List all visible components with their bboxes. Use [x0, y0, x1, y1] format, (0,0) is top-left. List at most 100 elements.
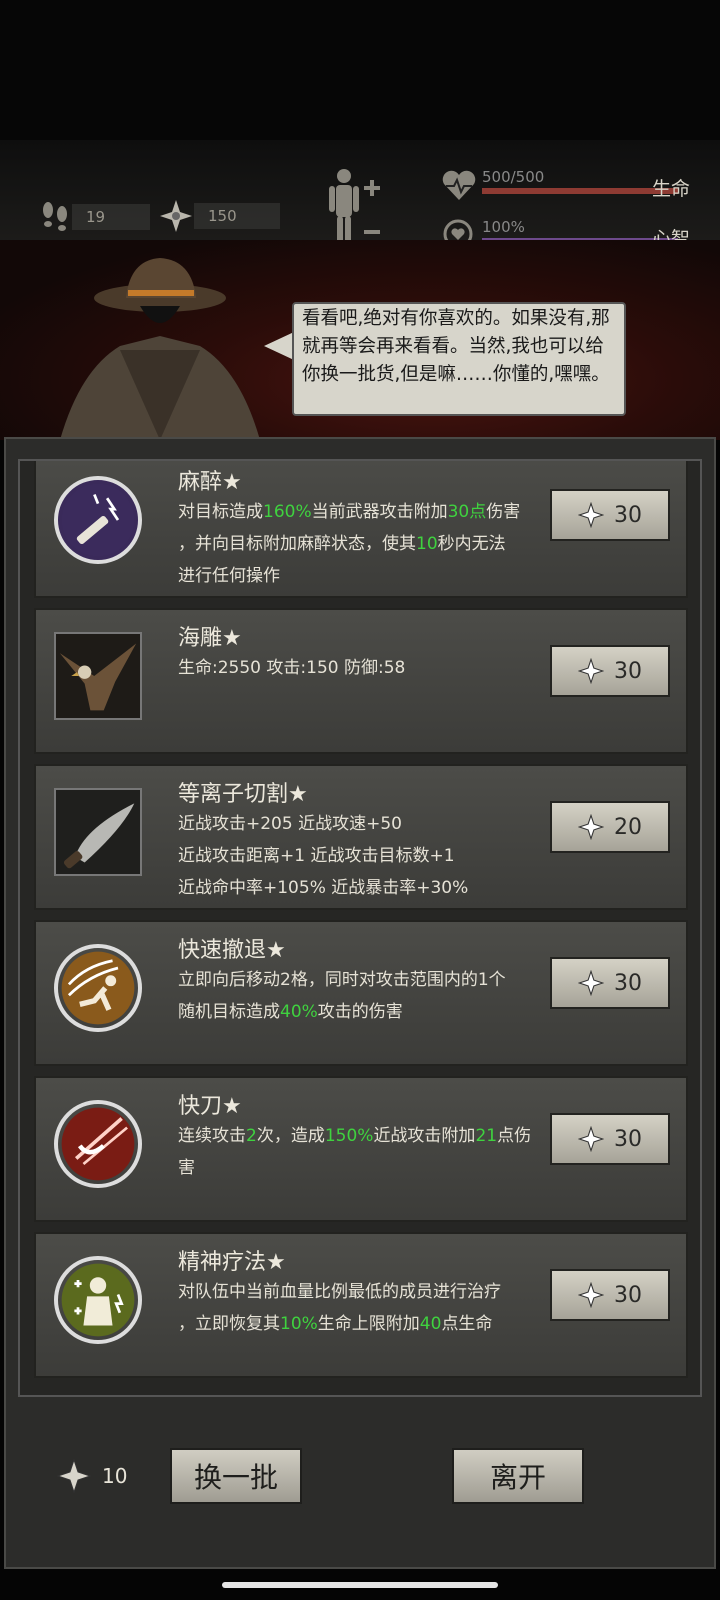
description-text: 生命上限附加 [317, 1314, 420, 1334]
price-value: 30 [614, 1126, 642, 1152]
heart-icon [442, 170, 476, 200]
highlight-value: 10% [280, 1314, 318, 1334]
description-text: 伤害 [486, 502, 521, 522]
quick-blade-skill-icon [54, 1100, 142, 1188]
description-text: ，并向目标附加麻醉状态，使其 [178, 534, 416, 554]
buy-button[interactable]: 30 [550, 489, 670, 541]
machete-weapon-icon [54, 788, 142, 876]
item-title: 海雕★ [178, 626, 242, 651]
description-line: 近战攻击距离+1 近战攻击目标数+1 [178, 840, 558, 872]
highlight-value: 40 [419, 1314, 442, 1334]
top-dark-area [0, 0, 720, 140]
shop-item-card[interactable]: 精神疗法★ 对队伍中当前血量比例最低的成员进行治疗 ，立即恢复其10%生命上限附加… [34, 1232, 688, 1378]
buy-button[interactable]: 30 [550, 645, 670, 697]
shop-item-card[interactable]: 快速撤退★ 立即向后移动2格，同时对攻击范围内的1个随机目标造成40%攻击的伤害… [34, 920, 688, 1066]
item-title: 麻醉★ [178, 470, 242, 495]
shop-item-card[interactable]: 快刀★ 连续攻击2次，造成150%近战攻击附加21点伤害 30 [34, 1076, 688, 1222]
description-text: 秒内无法 [437, 534, 506, 554]
compass-star-icon [578, 658, 604, 684]
refresh-button[interactable]: 换一批 [170, 1448, 302, 1504]
mental-therapy-skill-icon [54, 1256, 142, 1344]
description-line: 进行任何操作 [178, 560, 558, 592]
description-line: 对目标造成160%当前武器攻击附加30点伤害 [178, 496, 558, 528]
speech-bubble-tail [264, 332, 294, 360]
compass-star-icon [578, 1126, 604, 1152]
item-description: 对队伍中当前血量比例最低的成员进行治疗 ，立即恢复其10%生命上限附加40点生命 [178, 1276, 558, 1340]
description-text: 点伤 [497, 1126, 532, 1146]
description-line: 立即向后移动2格，同时对攻击范围内的1个 [178, 964, 558, 996]
anesthesia-skill-icon [54, 476, 142, 564]
buy-button[interactable]: 30 [550, 957, 670, 1009]
shop-item-list[interactable]: 麻醉★ 对目标造成160%当前武器攻击附加30点伤害 ，并向目标附加麻醉状态，使其… [18, 459, 702, 1397]
description-text: 次，造成 [256, 1126, 325, 1146]
item-title: 精神疗法★ [178, 1250, 286, 1275]
highlight-value: 10 [416, 534, 438, 554]
shop-item-card[interactable]: 麻醉★ 对目标造成160%当前武器攻击附加30点伤害 ，并向目标附加麻醉状态，使其… [34, 461, 688, 598]
shop-item-card[interactable]: 等离子切割★ 近战攻击+205 近战攻速+50 近战攻击距离+1 近战攻击目标数+… [34, 764, 688, 910]
item-description: 对目标造成160%当前武器攻击附加30点伤害 ，并向目标附加麻醉状态，使其10秒内… [178, 496, 558, 592]
compass-star-icon [578, 502, 604, 528]
refresh-button-label: 换一批 [193, 1461, 278, 1494]
highlight-value: 160% [263, 502, 312, 522]
home-indicator[interactable] [222, 1582, 498, 1588]
price-value: 20 [614, 814, 642, 840]
highlight-value: 30点 [447, 502, 487, 522]
steps-stat: 19 [38, 200, 150, 234]
price-value: 30 [614, 1282, 642, 1308]
description-text: 对目标造成 [178, 502, 263, 522]
compass-star-icon [578, 1282, 604, 1308]
description-line: 近战攻击+205 近战攻速+50 [178, 808, 558, 840]
description-text: 生命:2550 攻击:150 防御:58 [178, 658, 406, 678]
description-text: 对队伍中当前血量比例最低的成员进行治疗 [178, 1282, 501, 1302]
buy-button[interactable]: 30 [550, 1113, 670, 1165]
item-description: 生命:2550 攻击:150 防御:58 [178, 652, 558, 684]
sea-eagle-pet-icon [54, 632, 142, 720]
item-title: 快速撤退★ [178, 938, 286, 963]
merchant-dialogue-text: 看看吧,绝对有你喜欢的。如果没有,那就再等会再来看看。当然,我也可以给你换一批货… [302, 308, 610, 385]
price-value: 30 [614, 502, 642, 528]
merchant-portrait [60, 258, 260, 440]
compass-star-icon [56, 1458, 92, 1494]
item-title: 快刀★ [178, 1094, 242, 1119]
item-description: 立即向后移动2格，同时对攻击范围内的1个随机目标造成40%攻击的伤害 [178, 964, 558, 1028]
highlight-value: 150% [324, 1126, 374, 1146]
hp-bar [482, 188, 678, 194]
shop-item-card[interactable]: 海雕★ 生命:2550 攻击:150 防御:58 30 [34, 608, 688, 754]
description-text: 害 [178, 1158, 195, 1178]
description-text: 随机目标造成 [178, 1002, 280, 1022]
description-text: 立即向后移动2格，同时对攻击范围内的1个 [178, 970, 506, 990]
highlight-value: 40% [280, 1002, 318, 1022]
description-line: 近战命中率+105% 近战暴击率+30% [178, 872, 558, 904]
highlight-value: 2 [246, 1126, 257, 1146]
buy-button[interactable]: 30 [550, 1269, 670, 1321]
description-line: 随机目标造成40%攻击的伤害 [178, 996, 558, 1028]
item-description: 连续攻击2次，造成150%近战攻击附加21点伤害 [178, 1120, 558, 1184]
leave-button[interactable]: 离开 [452, 1448, 584, 1504]
compass-star-icon [160, 200, 192, 232]
hp-label: 生命 [652, 178, 691, 200]
refresh-cost-value: 10 [102, 1464, 128, 1488]
leave-button-label: 离开 [489, 1461, 546, 1494]
sanity-value: 100% [482, 218, 525, 236]
item-description: 近战攻击+205 近战攻速+50 近战攻击距离+1 近战攻击目标数+1 近战命中率+… [178, 808, 558, 904]
merchant-dialogue: 看看吧,绝对有你喜欢的。如果没有,那就再等会再来看看。当然,我也可以给你换一批货… [292, 302, 626, 416]
footprints-icon [43, 202, 67, 231]
refresh-cost: 10 [56, 1458, 127, 1494]
description-text: 近战攻击+205 近战攻速+50 [178, 814, 402, 834]
description-text: 当前武器攻击附加 [311, 502, 448, 522]
steps-value: 19 [86, 208, 106, 226]
description-line: ，立即恢复其10%生命上限附加40点生命 [178, 1308, 558, 1340]
description-text: 点生命 [441, 1314, 493, 1334]
description-line: 生命:2550 攻击:150 防御:58 [178, 652, 558, 684]
compass-star-icon [578, 970, 604, 996]
currency-stat: 150 [158, 198, 280, 234]
description-line: 连续攻击2次，造成150%近战攻击附加21点伤 [178, 1120, 558, 1152]
item-title: 等离子切割★ [178, 782, 308, 807]
hp-row: 500/500 生命 [440, 168, 700, 208]
description-text: ，立即恢复其 [178, 1314, 280, 1334]
description-text: 连续攻击 [178, 1126, 246, 1146]
description-text: 近战命中率+105% 近战暴击率+30% [178, 878, 469, 898]
price-value: 30 [614, 658, 642, 684]
description-text: 近战攻击距离+1 近战攻击目标数+1 [178, 846, 455, 866]
buy-button[interactable]: 20 [550, 801, 670, 853]
